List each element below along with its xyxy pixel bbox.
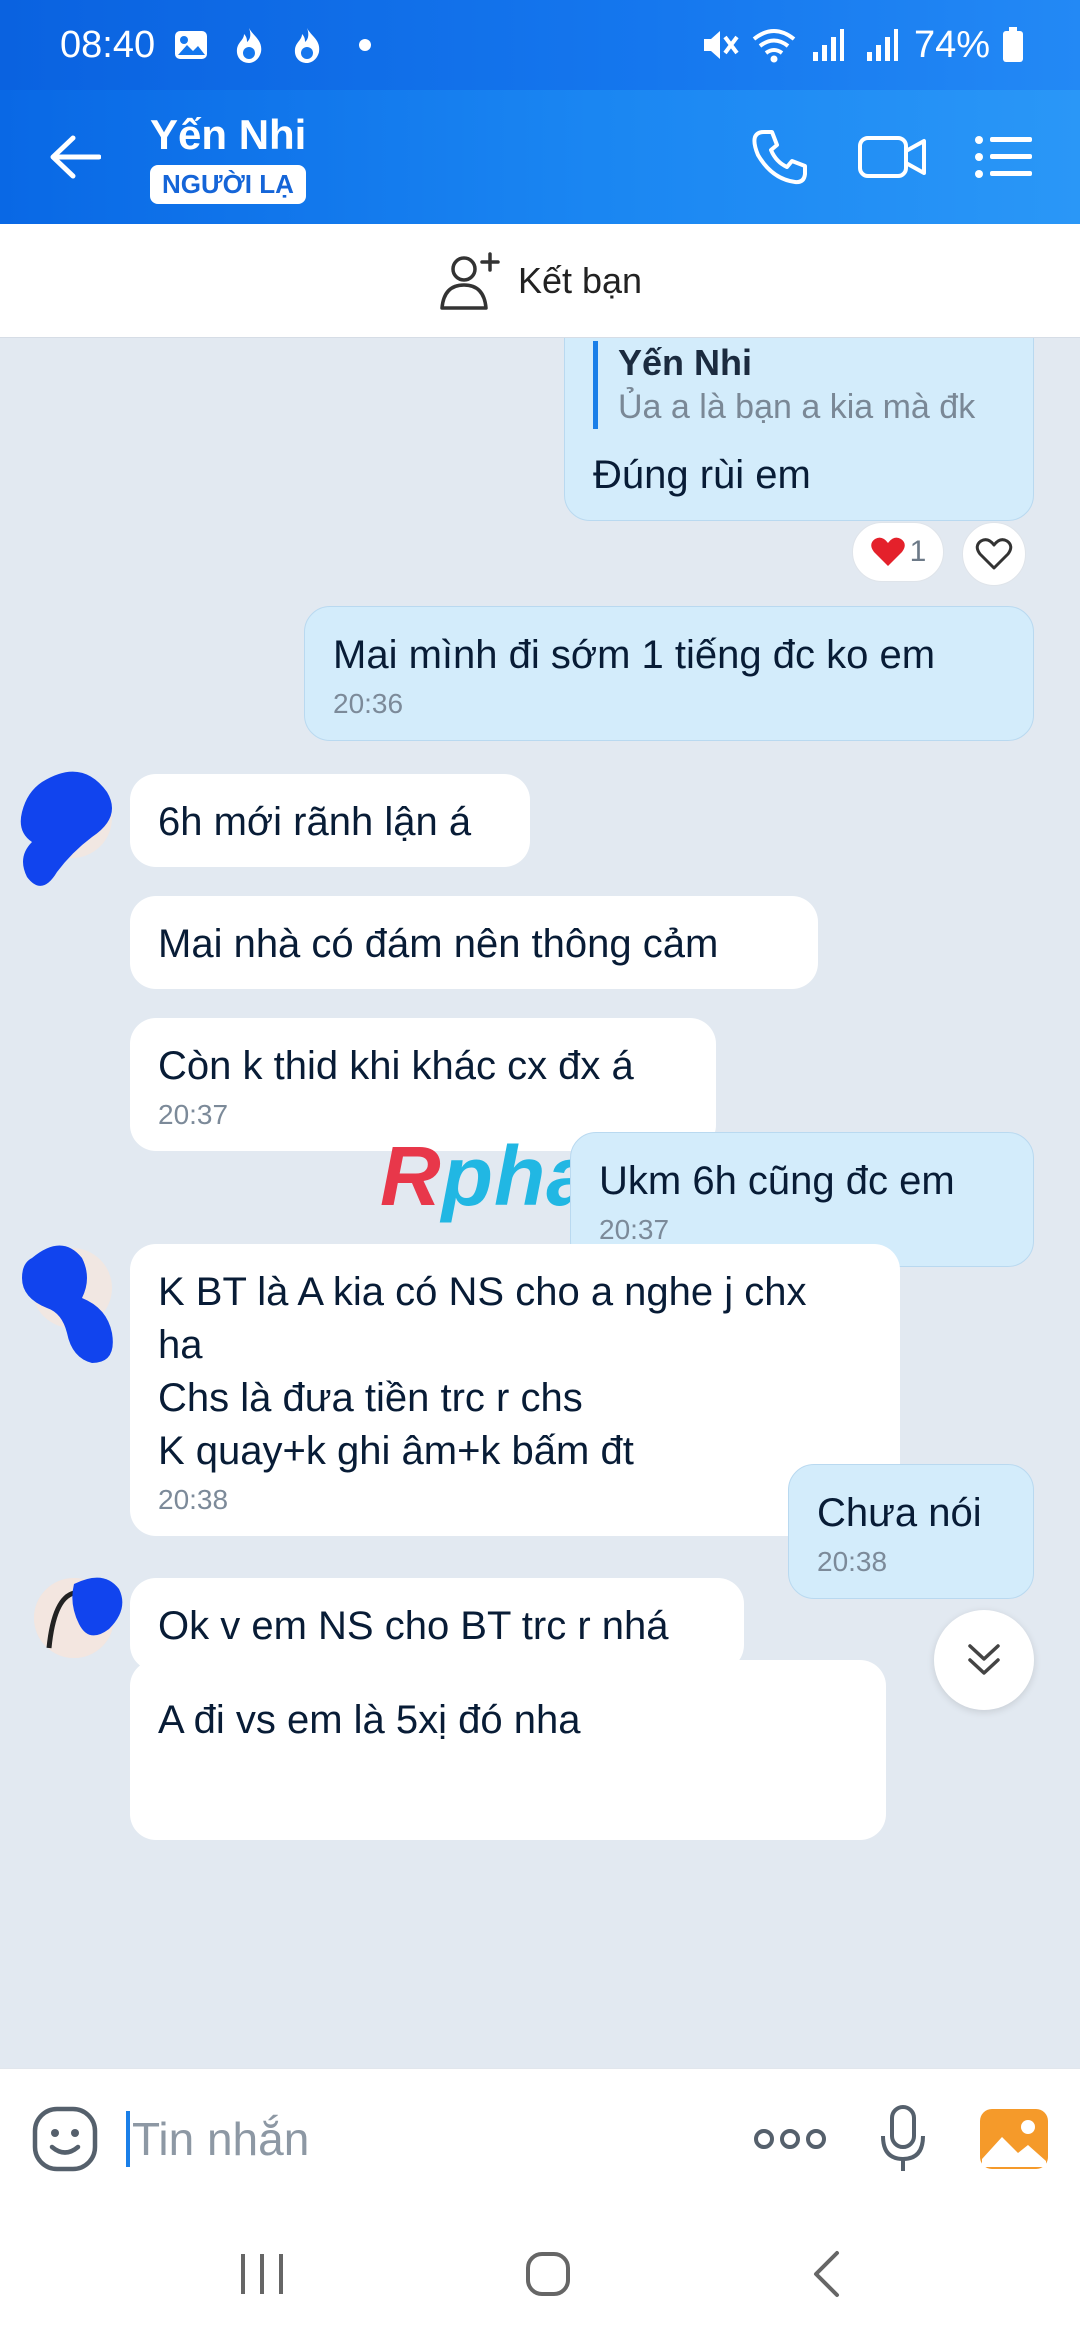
add-friend-button[interactable]: Kết bạn xyxy=(0,224,1080,338)
back-nav-icon[interactable] xyxy=(811,2250,841,2298)
status-left: 08:40 xyxy=(60,23,387,67)
contact-title[interactable]: Yến Nhi NGƯỜI LẠ xyxy=(150,111,306,204)
double-chevron-down-icon xyxy=(968,1644,1000,1675)
message-time: 20:38 xyxy=(817,1546,888,1577)
heart-outline-icon xyxy=(975,538,1013,570)
heart-icon xyxy=(870,537,905,566)
watermark-first: R xyxy=(380,1129,442,1223)
message-input-placeholder: Tin nhắn xyxy=(132,2112,310,2165)
message-bubble-outgoing[interactable]: Chưa nói 20:38 xyxy=(788,1464,1034,1599)
quoted-message[interactable]: Yến Nhi Ủa a là bạn a kia mà đk xyxy=(593,341,1005,429)
recent-apps-icon[interactable] xyxy=(239,2252,285,2296)
battery-level: 74% xyxy=(913,23,990,66)
image-icon xyxy=(169,23,213,67)
message-bubble-incoming[interactable]: K BT là A kia có NS cho a nghe j chx ha … xyxy=(130,1244,900,1536)
message-text: Chưa nói xyxy=(817,1491,982,1535)
video-call-icon xyxy=(858,136,926,178)
message-text: Còn k thid khi khác cx đx á xyxy=(158,1044,634,1088)
message-bubble-outgoing[interactable]: Mai mình đi sớm 1 tiếng đc ko em 20:36 xyxy=(304,606,1034,741)
chat-header: Yến Nhi NGƯỜI LẠ xyxy=(0,90,1080,224)
message-time: 20:37 xyxy=(599,1214,670,1245)
phone-icon xyxy=(752,130,807,185)
scroll-to-bottom-button[interactable] xyxy=(934,1610,1034,1710)
signal-icon xyxy=(860,23,904,67)
react-button[interactable] xyxy=(962,522,1026,586)
message-time: 20:38 xyxy=(158,1484,229,1515)
message-bubble-incoming[interactable]: 6h mới rãnh lận á xyxy=(130,774,530,867)
stranger-badge: NGƯỜI LẠ xyxy=(150,164,306,204)
reaction-count: 1 xyxy=(909,535,927,568)
message-text: Mai nhà có đám nên thông cảm xyxy=(158,922,719,966)
message-text: Mai mình đi sớm 1 tiếng đc ko em xyxy=(333,633,936,677)
avatar[interactable] xyxy=(22,1245,113,1363)
text-caret xyxy=(126,2110,130,2167)
emoji-icon[interactable] xyxy=(30,2104,100,2174)
microphone-icon[interactable] xyxy=(878,2104,928,2174)
message-text: Ok v em NS cho BT trc r nhá xyxy=(158,1604,669,1648)
status-bar: 08:40 74% xyxy=(0,0,1080,90)
message-bubble-incoming[interactable]: A đi vs em là 5xị đó nha xyxy=(130,1660,886,1840)
header-actions xyxy=(724,107,1080,207)
message-text-line: K BT là A kia có NS cho a nghe j chx xyxy=(158,1270,807,1314)
redaction-scribble xyxy=(20,771,112,886)
redaction-scribble xyxy=(72,1577,123,1636)
input-actions xyxy=(752,2104,1050,2174)
avatar[interactable] xyxy=(20,771,112,886)
message-bubble-outgoing[interactable]: Yến Nhi Ủa a là bạn a kia mà đk Đúng rùi… xyxy=(564,338,1034,521)
add-user-icon xyxy=(440,251,500,310)
wifi-icon xyxy=(752,23,796,67)
status-time: 08:40 xyxy=(60,23,156,66)
fire-icon xyxy=(285,23,329,67)
contact-name: Yến Nhi xyxy=(150,110,307,158)
message-text-line: K quay+k ghi âm+k bấm đt xyxy=(158,1429,634,1473)
quoted-sender: Yến Nhi xyxy=(618,342,753,383)
video-call-button[interactable] xyxy=(836,107,948,207)
mute-icon xyxy=(698,23,742,67)
quoted-text: Ủa a là bạn a kia mà đk xyxy=(618,388,976,426)
add-friend-label: Kết bạn xyxy=(517,259,643,301)
message-text: Đúng rùi em xyxy=(593,453,811,497)
message-text: 6h mới rãnh lận á xyxy=(158,800,472,844)
message-text: Ukm 6h cũng đc em xyxy=(599,1159,955,1203)
gallery-icon[interactable] xyxy=(978,2107,1050,2171)
battery-icon xyxy=(1000,23,1026,67)
menu-button[interactable] xyxy=(948,107,1060,207)
home-icon[interactable] xyxy=(524,2250,572,2298)
chat-messages[interactable]: Yến Nhi Ủa a là bạn a kia mà đk Đúng rùi… xyxy=(0,338,1080,2068)
system-navigation-bar xyxy=(0,2208,1080,2340)
avatar[interactable] xyxy=(34,1577,123,1658)
message-text: A đi vs em là 5xị đó nha xyxy=(158,1698,581,1742)
call-button[interactable] xyxy=(724,107,836,207)
dot-icon xyxy=(343,23,387,67)
back-button[interactable] xyxy=(0,90,150,224)
message-bubble-incoming[interactable]: Ok v em NS cho BT trc r nhá xyxy=(130,1578,744,1671)
message-text-line: Chs là đưa tiền trc r chs xyxy=(158,1376,583,1420)
menu-icon xyxy=(975,136,1032,178)
arrow-left-icon xyxy=(50,135,101,179)
message-bubble-incoming[interactable]: Mai nhà có đám nên thông cảm xyxy=(130,896,818,989)
reaction-summary[interactable]: 1 xyxy=(852,522,944,582)
status-right: 74% xyxy=(698,23,1026,67)
signal-icon xyxy=(806,23,850,67)
message-input[interactable]: Tin nhắn xyxy=(126,2110,752,2167)
message-text-line: ha xyxy=(158,1323,203,1367)
redaction-scribble xyxy=(22,1245,113,1363)
more-icon[interactable] xyxy=(752,2124,828,2154)
message-input-bar: Tin nhắn xyxy=(0,2068,1080,2208)
fire-icon xyxy=(227,23,271,67)
message-time: 20:36 xyxy=(333,688,404,719)
